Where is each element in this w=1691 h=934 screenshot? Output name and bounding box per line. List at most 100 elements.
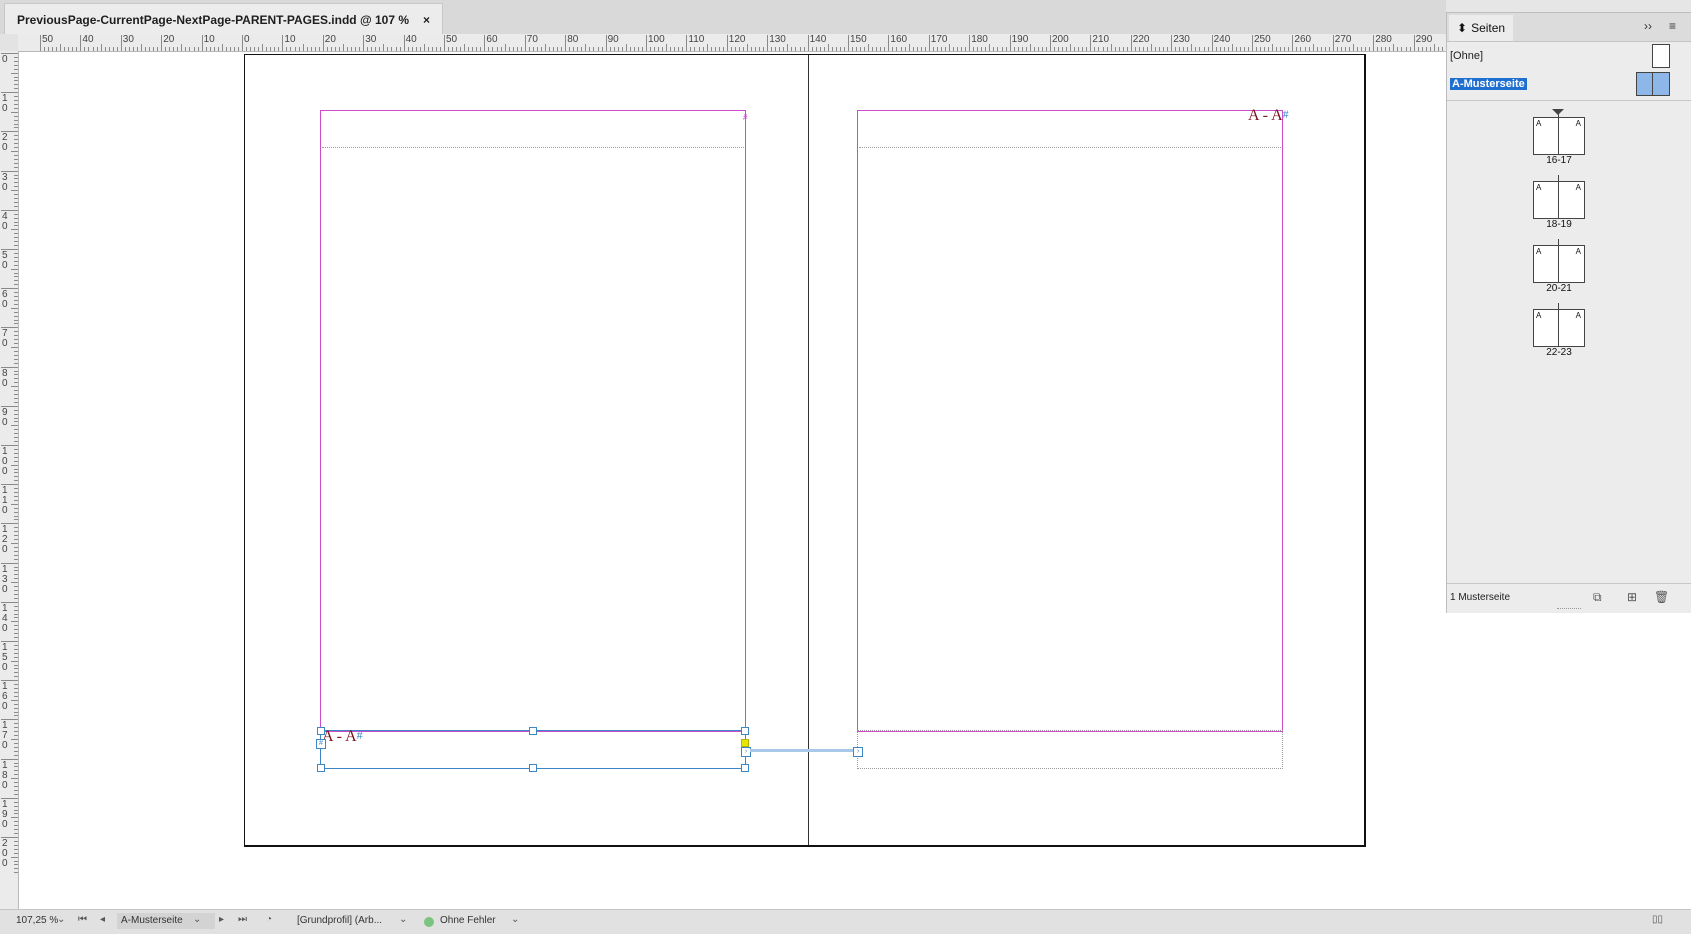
- resize-handle-bottom-right[interactable]: [741, 764, 749, 772]
- left-page-number-marker[interactable]: A - A#: [322, 728, 363, 746]
- ruler-minor-tick: [1309, 47, 1310, 51]
- panel-divider[interactable]: [1447, 100, 1691, 101]
- spread-label-22-23[interactable]: 22-23: [1533, 347, 1585, 358]
- ruler-minor-tick: [880, 47, 881, 51]
- zoom-dropdown-chevron-icon[interactable]: ⌄: [57, 914, 65, 925]
- page-dropdown-chevron-icon[interactable]: ⌄: [193, 914, 201, 925]
- collapse-panel-icon[interactable]: ››: [1644, 19, 1652, 33]
- ruler-minor-tick: [11, 190, 18, 191]
- ruler-minor-tick: [707, 44, 708, 51]
- document-tab[interactable]: PreviousPage-CurrentPage-NextPage-PARENT…: [4, 3, 443, 35]
- preflight-menu-chevron-icon[interactable]: ⌄: [511, 914, 519, 925]
- zoom-value[interactable]: 107,25 %: [16, 915, 58, 926]
- horizontal-ruler[interactable]: 5040302010010203040506070809010011012013…: [18, 34, 1446, 52]
- split-window-icon[interactable]: ▯▯: [1652, 914, 1663, 925]
- next-page-icon[interactable]: ▸: [219, 914, 224, 925]
- page-spread[interactable]: # A - A# A - A# # › ›: [244, 54, 1366, 847]
- last-page-icon[interactable]: ⏭: [238, 914, 247, 925]
- next-frame-in-port-icon[interactable]: ›: [853, 747, 863, 757]
- pasteboard[interactable]: # A - A# A - A# # › ›: [19, 52, 1446, 909]
- ruler-minor-tick: [14, 684, 18, 685]
- resize-handle-bottom-left[interactable]: [317, 764, 325, 772]
- ruler-minor-tick: [11, 504, 18, 505]
- ruler-minor-tick: [14, 84, 18, 85]
- ruler-minor-tick: [14, 715, 18, 716]
- ruler-minor-tick: [14, 100, 18, 101]
- ruler-label: 120: [2, 525, 10, 555]
- close-icon[interactable]: ×: [423, 13, 430, 27]
- ruler-minor-tick: [14, 810, 18, 811]
- resize-handle-top-left[interactable]: [317, 727, 325, 735]
- ruler-minor-tick: [1187, 47, 1188, 51]
- trash-icon[interactable]: 🗑: [1654, 590, 1669, 604]
- ruler-minor-tick: [14, 567, 18, 568]
- ruler-minor-tick: [14, 155, 18, 156]
- ruler-minor-tick: [14, 359, 18, 360]
- ruler-minor-tick: [1240, 47, 1241, 51]
- ruler-minor-tick: [1260, 47, 1261, 51]
- ruler-label: 280: [1373, 34, 1392, 46]
- ruler-minor-tick: [472, 47, 473, 51]
- ruler-minor-tick: [11, 229, 18, 230]
- spread-label-18-19[interactable]: 18-19: [1533, 219, 1585, 230]
- ruler-minor-tick: [662, 47, 663, 51]
- master-item-none[interactable]: [Ohne]: [1447, 42, 1691, 70]
- spread-thumbnail-22-23[interactable]: A A: [1533, 309, 1585, 347]
- ruler-label: 200: [2, 839, 10, 869]
- spread-label-16-17[interactable]: 16-17: [1533, 155, 1585, 166]
- ruler-minor-tick: [64, 47, 65, 51]
- ruler-minor-tick: [598, 47, 599, 51]
- resize-handle-bottom-center[interactable]: [529, 764, 537, 772]
- ruler-minor-tick: [218, 47, 219, 51]
- master-item-a[interactable]: A-Musterseite: [1447, 70, 1691, 98]
- ruler-minor-tick: [1244, 47, 1245, 51]
- profile-dropdown-chevron-icon[interactable]: ⌄: [399, 914, 407, 925]
- spread-thumbnail-16-17[interactable]: A A: [1533, 117, 1585, 155]
- resize-handle-top-right[interactable]: [741, 727, 749, 735]
- ruler-minor-tick: [626, 44, 627, 51]
- spread-label-20-21[interactable]: 20-21: [1533, 283, 1585, 294]
- pages-panel-tab[interactable]: ⬍ Seiten: [1449, 15, 1513, 41]
- profile-label[interactable]: [Grundprofil] (Arb...: [297, 915, 382, 926]
- vertical-ruler[interactable]: 0102030405060708090100110120130140150160…: [0, 51, 19, 909]
- page-size-icon[interactable]: ⧉: [1593, 590, 1602, 605]
- chevron-updown-icon[interactable]: ⬍: [1457, 21, 1467, 35]
- ruler-label: 200: [1050, 34, 1069, 46]
- ruler-minor-tick: [844, 47, 845, 51]
- in-port-icon[interactable]: #: [316, 739, 326, 749]
- ruler-minor-tick: [11, 857, 18, 858]
- preflight-progress-icon[interactable]: ◔: [266, 914, 272, 925]
- first-page-icon[interactable]: ⏮: [78, 914, 87, 925]
- ruler-minor-tick: [109, 47, 110, 51]
- ruler-origin[interactable]: [0, 34, 19, 52]
- yellow-live-corner-icon[interactable]: [741, 739, 749, 747]
- ruler-label: 180: [2, 761, 10, 791]
- ruler-label: 90: [606, 34, 619, 46]
- previous-page-icon[interactable]: ◂: [100, 914, 105, 925]
- ruler-minor-tick: [14, 617, 18, 618]
- pages-panel: ⬍ Seiten ›› ≡ [Ohne] A-Musterseite A A 1…: [1446, 12, 1691, 614]
- spread-thumbnail-18-19[interactable]: A A: [1533, 181, 1585, 219]
- ruler-minor-tick: [836, 47, 837, 51]
- ruler-minor-tick: [274, 47, 275, 51]
- resize-handle-top-center[interactable]: [529, 727, 537, 735]
- ruler-minor-tick: [262, 44, 263, 51]
- ruler-minor-tick: [1208, 47, 1209, 51]
- ruler-minor-tick: [690, 47, 691, 51]
- ruler-minor-tick: [14, 182, 18, 183]
- ruler-minor-tick: [14, 774, 18, 775]
- ruler-minor-tick: [14, 731, 18, 732]
- ruler-minor-tick: [278, 47, 279, 51]
- ruler-label: 90: [2, 408, 10, 428]
- spread-thumbnail-20-21[interactable]: A A: [1533, 245, 1585, 283]
- ruler-minor-tick: [14, 469, 18, 470]
- ruler-minor-tick: [93, 47, 94, 51]
- right-page-number-marker[interactable]: A - A#: [1248, 107, 1289, 125]
- ruler-minor-tick: [905, 47, 906, 51]
- ruler-minor-tick: [14, 547, 18, 548]
- new-page-icon[interactable]: ⊞: [1627, 590, 1637, 604]
- ruler-minor-tick: [331, 47, 332, 51]
- ruler-minor-tick: [751, 47, 752, 51]
- panel-menu-icon[interactable]: ≡: [1669, 19, 1676, 33]
- right-page-footer-frame[interactable]: [857, 730, 1283, 769]
